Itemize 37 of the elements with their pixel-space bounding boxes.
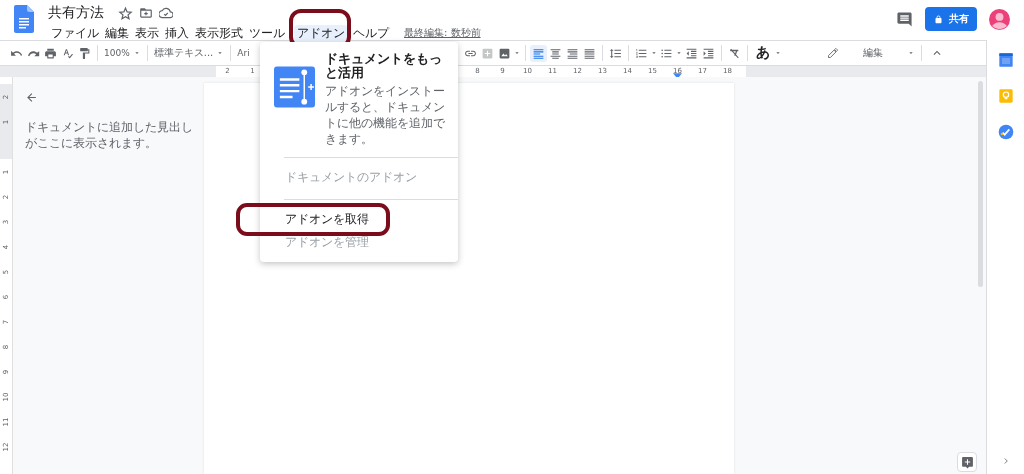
document-addon-icon	[274, 66, 315, 108]
calendar-icon[interactable]	[997, 52, 1014, 68]
menu-item[interactable]: ヘルプ	[350, 24, 392, 42]
indent-marker-icon[interactable]	[673, 73, 682, 79]
promo-description: アドオンをインストールすると、ドキュメントに他の機能を追加できます。	[325, 82, 446, 148]
menu-item[interactable]: アドオンを取得	[260, 208, 458, 232]
add-comment-fab[interactable]	[957, 452, 977, 472]
zoom-dropdown[interactable]: 100%	[102, 48, 143, 58]
cloud-icon[interactable]	[159, 6, 173, 20]
style-dropdown[interactable]: 標準テキス...	[151, 46, 227, 60]
share-button[interactable]: 共有	[925, 7, 977, 31]
input-tool-button[interactable]: あ	[754, 44, 772, 62]
add-comment-icon	[960, 455, 974, 469]
align-left-icon[interactable]	[530, 44, 547, 62]
font-dropdown[interactable]: Ari	[235, 48, 252, 58]
menu-item[interactable]: アドオン	[294, 24, 348, 42]
back-arrow-icon[interactable]	[25, 91, 38, 104]
scrollbar-thumb[interactable]	[978, 81, 983, 287]
editing-mode-dropdown[interactable]: 編集	[825, 46, 917, 60]
check-circle-icon[interactable]	[997, 124, 1014, 140]
last-edit-link[interactable]: 最終編集: 数秒前	[404, 26, 481, 40]
promo-title: ドキュメントをもっと活用	[325, 52, 443, 81]
avatar-icon[interactable]	[989, 8, 1010, 30]
menu-item[interactable]: 表示形式	[192, 24, 246, 42]
menu-item[interactable]: 挿入	[162, 24, 192, 42]
docs-logo-icon[interactable]	[14, 5, 34, 33]
menu-item[interactable]: ファイル	[48, 24, 102, 42]
document-title[interactable]: 共有方法	[48, 4, 104, 22]
folder-icon[interactable]	[139, 6, 153, 20]
pencil-icon	[827, 47, 839, 59]
menu-item[interactable]: 表示	[132, 24, 162, 42]
menu-item[interactable]: 編集	[102, 24, 132, 42]
star-icon[interactable]	[118, 5, 133, 21]
menu-item[interactable]: ツール	[246, 24, 288, 42]
comment-icon[interactable]	[896, 10, 913, 28]
outline-hint: ドキュメントに追加した見出しがここに表示されます。	[25, 120, 194, 152]
lock-icon	[933, 14, 943, 24]
